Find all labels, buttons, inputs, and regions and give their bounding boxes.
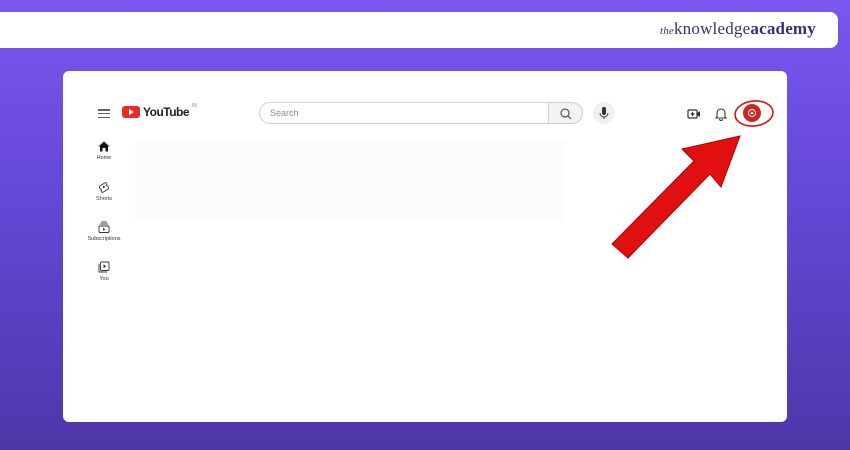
shorts-icon bbox=[99, 182, 109, 193]
country-code: IN bbox=[192, 103, 198, 109]
search-input[interactable]: Search bbox=[259, 102, 549, 124]
youtube-logo[interactable]: YouTube IN bbox=[122, 103, 198, 119]
bell-icon bbox=[714, 108, 728, 121]
video-feed-area bbox=[135, 141, 565, 221]
sidebar-item-label: Subscriptions bbox=[87, 236, 121, 242]
voice-search-button[interactable] bbox=[593, 102, 615, 124]
search-button[interactable] bbox=[549, 102, 583, 124]
brand-header-bar: theknowledgeacademy bbox=[0, 12, 838, 48]
notifications-button[interactable] bbox=[714, 106, 728, 121]
create-icon bbox=[687, 109, 700, 119]
sidebar-item-label: Shorts bbox=[96, 196, 112, 202]
screenshot-panel: YouTube IN Search Home Shorts Subscripti… bbox=[63, 71, 787, 422]
knowledge-academy-logo[interactable]: theknowledgeacademy bbox=[660, 19, 816, 39]
sidebar-item-shorts[interactable]: Shorts bbox=[83, 181, 125, 202]
sidebar-item-you[interactable]: You bbox=[83, 261, 125, 282]
sidebar-item-label: You bbox=[99, 276, 109, 282]
mic-icon bbox=[599, 107, 609, 119]
you-icon bbox=[98, 261, 110, 273]
search-icon bbox=[560, 108, 572, 120]
subscriptions-icon bbox=[98, 221, 110, 233]
annotation-circle bbox=[734, 100, 774, 127]
home-icon bbox=[98, 141, 110, 152]
menu-icon[interactable] bbox=[98, 109, 110, 118]
search-placeholder: Search bbox=[270, 108, 299, 118]
sidebar-item-subscriptions[interactable]: Subscriptions bbox=[83, 221, 125, 242]
sidebar-item-home[interactable]: Home bbox=[83, 141, 125, 161]
create-button[interactable] bbox=[687, 107, 701, 121]
sidebar-item-label: Home bbox=[96, 155, 112, 161]
youtube-play-icon bbox=[122, 106, 140, 118]
annotation-arrow bbox=[611, 135, 741, 259]
youtube-logo-text: YouTube bbox=[143, 105, 190, 119]
